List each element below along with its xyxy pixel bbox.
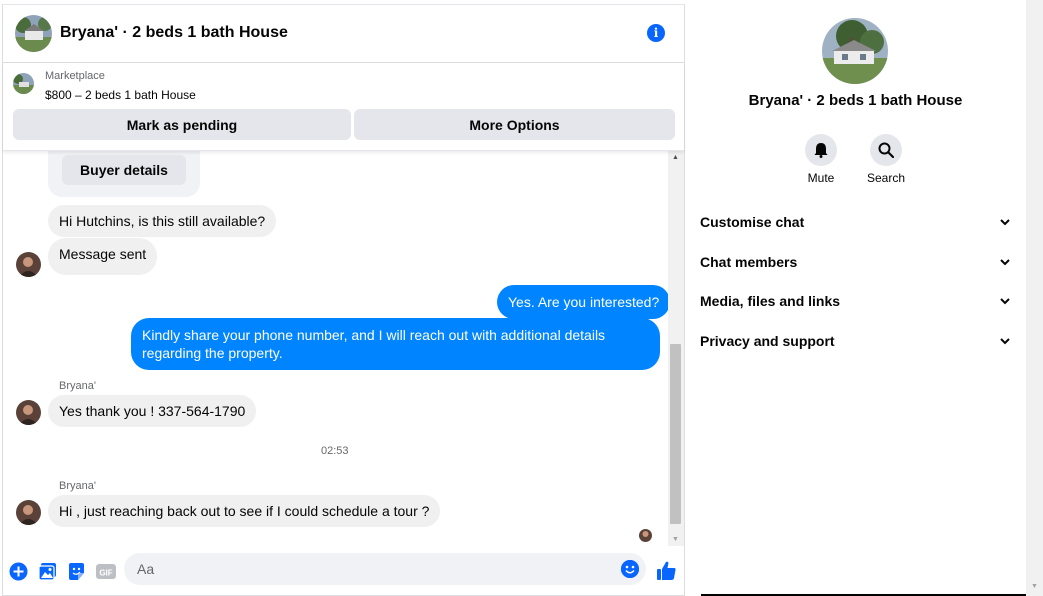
chevron-down-icon <box>1000 338 1010 345</box>
message-composer: GIF <box>3 547 684 595</box>
profile-avatar[interactable] <box>822 18 888 84</box>
mute-label: Mute <box>807 171 835 185</box>
message-bubble-incoming[interactable]: Yes thank you ! 337-564-1790 <box>48 395 257 427</box>
listing-kind-label: Marketplace <box>45 70 105 82</box>
listing-summary[interactable]: $800 – 2 beds 1 bath House <box>45 88 196 102</box>
seen-indicator-avatar <box>639 529 652 542</box>
photo-icon[interactable] <box>38 562 57 581</box>
section-customise-chat[interactable]: Customise chat <box>700 214 1011 236</box>
message-bubble-incoming[interactable]: Hi Hutchins, is this still available? <box>48 205 277 237</box>
sender-avatar[interactable] <box>16 400 41 425</box>
plus-icon[interactable] <box>9 562 28 581</box>
message-bubble-outgoing[interactable]: Yes. Are you interested? <box>497 285 668 319</box>
listing-thumbnail[interactable] <box>13 73 34 94</box>
thread-scrollbar[interactable]: ▲ ▼ <box>668 151 684 546</box>
message-bubble-incoming[interactable]: Hi , just reaching back out to see if I … <box>48 495 441 527</box>
search-icon[interactable] <box>870 134 902 166</box>
section-label: Media, files and links <box>700 293 841 309</box>
conversation-panel: Bryana' · 2 beds 1 bath House i Marketpl… <box>2 4 685 596</box>
section-chat-members[interactable]: Chat members <box>700 254 1011 276</box>
section-media-files-links[interactable]: Media, files and links <box>700 293 1011 315</box>
svg-text:GIF: GIF <box>99 569 112 578</box>
bell-icon[interactable] <box>805 134 837 166</box>
message-thread[interactable]: Buyer details Hi Hutchins, is this still… <box>3 151 668 547</box>
info-icon[interactable]: i <box>647 24 665 42</box>
section-label: Chat members <box>700 254 798 270</box>
conversation-title[interactable]: Bryana' · 2 beds 1 bath House <box>60 24 288 42</box>
scroll-down-arrow-icon[interactable]: ▼ <box>1031 583 1038 590</box>
chevron-down-icon <box>1000 259 1010 266</box>
sticker-icon[interactable] <box>67 562 86 581</box>
scroll-up-arrow-icon[interactable]: ▲ <box>672 154 679 161</box>
search-label: Search <box>866 171 906 185</box>
message-bubble-outgoing[interactable]: Kindly share your phone number, and I wi… <box>131 318 660 370</box>
sender-avatar[interactable] <box>16 252 41 277</box>
page-scrollbar[interactable]: ▼ <box>1026 0 1043 596</box>
scroll-down-arrow-icon[interactable]: ▼ <box>672 536 679 543</box>
listing-avatar[interactable] <box>15 15 52 52</box>
section-privacy-support[interactable]: Privacy and support <box>700 333 1011 355</box>
conversation-header: Bryana' · 2 beds 1 bath House i <box>3 5 684 63</box>
message-bubble-incoming[interactable]: Message sent <box>48 238 158 275</box>
gif-icon[interactable]: GIF <box>96 562 116 581</box>
buyer-details-button[interactable]: Buyer details <box>62 155 186 185</box>
more-options-button[interactable]: More Options <box>354 109 675 140</box>
chat-details-panel: Bryana' · 2 beds 1 bath House Mute Searc… <box>685 4 1026 596</box>
sender-name: Bryana' <box>59 480 96 492</box>
search-button[interactable]: Search <box>860 134 912 185</box>
message-input[interactable] <box>124 553 646 585</box>
scrollbar-thumb[interactable] <box>670 344 681 524</box>
chevron-down-icon <box>1000 298 1010 305</box>
messenger-window: Bryana' · 2 beds 1 bath House i Marketpl… <box>0 0 1043 596</box>
chevron-down-icon <box>1000 219 1010 226</box>
sender-name: Bryana' <box>59 380 96 392</box>
profile-name: Bryana' · 2 beds 1 bath House <box>748 92 963 109</box>
sender-avatar[interactable] <box>16 500 41 525</box>
section-label: Customise chat <box>700 214 805 230</box>
message-timestamp: 02:53 <box>321 445 349 457</box>
thumbs-up-icon[interactable] <box>656 560 677 581</box>
mute-button[interactable]: Mute <box>795 134 847 185</box>
marketplace-listing-bar: Marketplace $800 – 2 beds 1 bath House M… <box>3 63 684 151</box>
emoji-icon[interactable] <box>621 560 639 578</box>
buyer-details-card: Buyer details <box>48 151 200 197</box>
mark-as-pending-button[interactable]: Mark as pending <box>13 109 351 140</box>
section-label: Privacy and support <box>700 333 835 349</box>
